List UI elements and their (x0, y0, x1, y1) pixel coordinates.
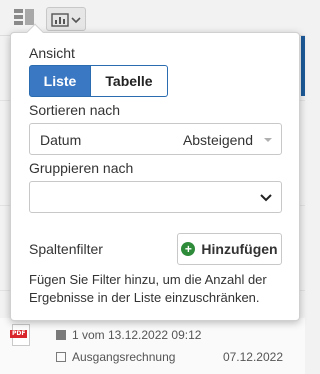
list-item-title: 1 vom 13.12.2022 09:12 (56, 328, 201, 342)
receipt-icon (56, 352, 66, 362)
view-list-button[interactable]: Liste (29, 65, 91, 97)
view-table-button[interactable]: Tabelle (91, 65, 168, 97)
list-item-date: 07.12.2022 (222, 350, 283, 364)
selection-edge (301, 36, 305, 96)
filter-hint-text: Fügen Sie Filter hinzu, um die Anzahl de… (29, 272, 267, 305)
list-item[interactable]: PDF 1 vom 13.12.2022 09:12 Ausgangsrechn… (0, 318, 305, 374)
add-filter-label: Hinzufügen (201, 241, 278, 257)
plus-circle-icon: + (181, 242, 196, 256)
sort-direction-value: Absteigend (182, 132, 253, 148)
view-options-button[interactable] (46, 7, 86, 31)
sort-label: Sortieren nach (29, 102, 121, 118)
chevron-down-icon (260, 194, 272, 202)
caret-down-icon (264, 138, 272, 142)
sort-select[interactable]: Datum Absteigend (29, 123, 282, 155)
view-toggle: Liste Tabelle (29, 65, 168, 97)
group-select[interactable] (29, 181, 282, 213)
group-label: Gruppieren nach (29, 160, 134, 176)
view-settings-popup: Ansicht Liste Tabelle Sortieren nach Dat… (10, 23, 300, 321)
toolbar (0, 0, 305, 36)
column-filter-label: Spaltenfilter (29, 241, 103, 257)
sort-field-value: Datum (40, 132, 82, 148)
chart-view-icon (51, 13, 81, 27)
add-filter-button[interactable]: + Hinzufügen (177, 233, 282, 265)
document-icon (56, 330, 66, 340)
list-item-subtitle: Ausgangsrechnung (56, 350, 175, 364)
view-label: Ansicht (29, 45, 75, 61)
pdf-file-icon: PDF (10, 324, 30, 346)
